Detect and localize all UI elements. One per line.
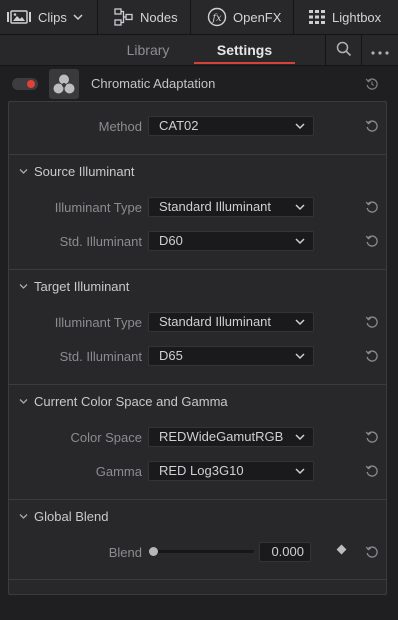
- color-space-header[interactable]: Current Color Space and Gamma: [19, 394, 228, 409]
- settings-panel: Method CAT02 Source Illuminant Illuminan…: [8, 101, 387, 595]
- method-dropdown[interactable]: CAT02: [148, 116, 314, 136]
- effect-enable-toggle[interactable]: [12, 78, 38, 90]
- chevron-down-icon: [19, 169, 28, 174]
- color-space-reset-icon[interactable]: [364, 429, 380, 445]
- chevron-down-icon: [295, 319, 305, 326]
- method-value: CAT02: [159, 118, 199, 133]
- target-std-label: Std. Illuminant: [59, 349, 142, 364]
- lightbox-button[interactable]: Lightbox: [294, 0, 398, 35]
- chevron-down-icon: [295, 353, 305, 360]
- search-icon: [336, 41, 352, 60]
- openfx-label: OpenFX: [233, 9, 282, 25]
- global-blend-title: Global Blend: [34, 509, 109, 524]
- openfx-button[interactable]: fx OpenFX: [191, 0, 294, 35]
- source-std-label: Std. Illuminant: [59, 234, 142, 249]
- more-horizontal-icon: [371, 44, 389, 58]
- chevron-down-icon: [295, 204, 305, 211]
- target-std-reset-icon[interactable]: [364, 348, 380, 364]
- fx-icon: fx: [207, 7, 227, 27]
- target-illuminant-type-dropdown[interactable]: Standard Illuminant: [148, 312, 314, 332]
- source-illuminant-title: Source Illuminant: [34, 164, 135, 179]
- global-blend-header[interactable]: Global Blend: [19, 509, 108, 524]
- target-illuminant-title: Target Illuminant: [34, 279, 130, 294]
- search-button[interactable]: [325, 35, 361, 66]
- blend-label: Blend: [108, 545, 142, 560]
- tab-library[interactable]: Library: [100, 35, 196, 66]
- source-std-value: D60: [159, 233, 183, 248]
- gamma-value: RED Log3G10: [159, 463, 244, 478]
- nodes-label: Nodes: [140, 9, 178, 25]
- clips-icon: [6, 9, 32, 25]
- target-std-illuminant-dropdown[interactable]: D65: [148, 346, 314, 366]
- svg-text:fx: fx: [211, 13, 222, 24]
- blend-value-field[interactable]: 0.000: [259, 542, 311, 562]
- chevron-down-icon: [73, 13, 83, 21]
- source-type-value: Standard Illuminant: [159, 199, 272, 214]
- gamma-reset-icon[interactable]: [364, 463, 380, 479]
- section-divider: [9, 154, 386, 155]
- chevron-down-icon: [19, 399, 28, 404]
- source-illuminant-type-dropdown[interactable]: Standard Illuminant: [148, 197, 314, 217]
- resolvefx-icon: [49, 69, 79, 99]
- nodes-icon: [114, 8, 134, 26]
- source-type-reset-icon[interactable]: [364, 199, 380, 215]
- color-space-value: REDWideGamutRGB: [159, 429, 284, 444]
- nodes-button[interactable]: Nodes: [98, 0, 191, 35]
- gamma-dropdown[interactable]: RED Log3G10: [148, 461, 314, 481]
- target-illuminant-header[interactable]: Target Illuminant: [19, 279, 129, 294]
- chevron-down-icon: [295, 123, 305, 130]
- clips-label: Clips: [38, 9, 67, 25]
- section-divider: [9, 384, 386, 385]
- lightbox-grid-icon: [308, 9, 326, 25]
- top-toolbar: Clips Nodes fx OpenFX Lightbox: [0, 0, 398, 35]
- source-std-illuminant-dropdown[interactable]: D60: [148, 231, 314, 251]
- effect-reset-icon[interactable]: [364, 76, 380, 92]
- gamma-label: Gamma: [95, 464, 142, 479]
- color-space-title: Current Color Space and Gamma: [34, 394, 228, 409]
- keyframe-diamond-icon[interactable]: [336, 544, 347, 555]
- chevron-down-icon: [295, 468, 305, 475]
- effect-title: Chromatic Adaptation: [91, 76, 216, 91]
- target-type-label: Illuminant Type: [54, 315, 142, 330]
- section-divider: [9, 269, 386, 270]
- blend-slider-handle[interactable]: [149, 547, 158, 556]
- blend-reset-icon[interactable]: [364, 544, 380, 560]
- chevron-down-icon: [295, 434, 305, 441]
- target-type-reset-icon[interactable]: [364, 314, 380, 330]
- section-divider: [9, 499, 386, 500]
- method-reset-icon[interactable]: [364, 118, 380, 134]
- source-std-reset-icon[interactable]: [364, 233, 380, 249]
- source-type-label: Illuminant Type: [54, 200, 142, 215]
- effect-header: Chromatic Adaptation: [0, 67, 398, 101]
- blend-slider-track[interactable]: [152, 550, 254, 553]
- method-label: Method: [98, 119, 142, 134]
- color-space-label: Color Space: [70, 430, 142, 445]
- section-divider: [9, 579, 386, 580]
- source-illuminant-header[interactable]: Source Illuminant: [19, 164, 134, 179]
- color-space-dropdown[interactable]: REDWideGamutRGB: [148, 427, 314, 447]
- more-options-button[interactable]: [361, 35, 398, 66]
- chevron-down-icon: [19, 514, 28, 519]
- target-type-value: Standard Illuminant: [159, 314, 272, 329]
- toggle-knob: [27, 80, 35, 88]
- target-std-value: D65: [159, 348, 183, 363]
- chevron-down-icon: [19, 284, 28, 289]
- active-tab-indicator: [194, 62, 295, 64]
- chevron-down-icon: [295, 238, 305, 245]
- inspector-tabs: Library Settings: [0, 35, 398, 66]
- clips-button[interactable]: Clips: [0, 0, 98, 35]
- lightbox-label: Lightbox: [332, 9, 382, 25]
